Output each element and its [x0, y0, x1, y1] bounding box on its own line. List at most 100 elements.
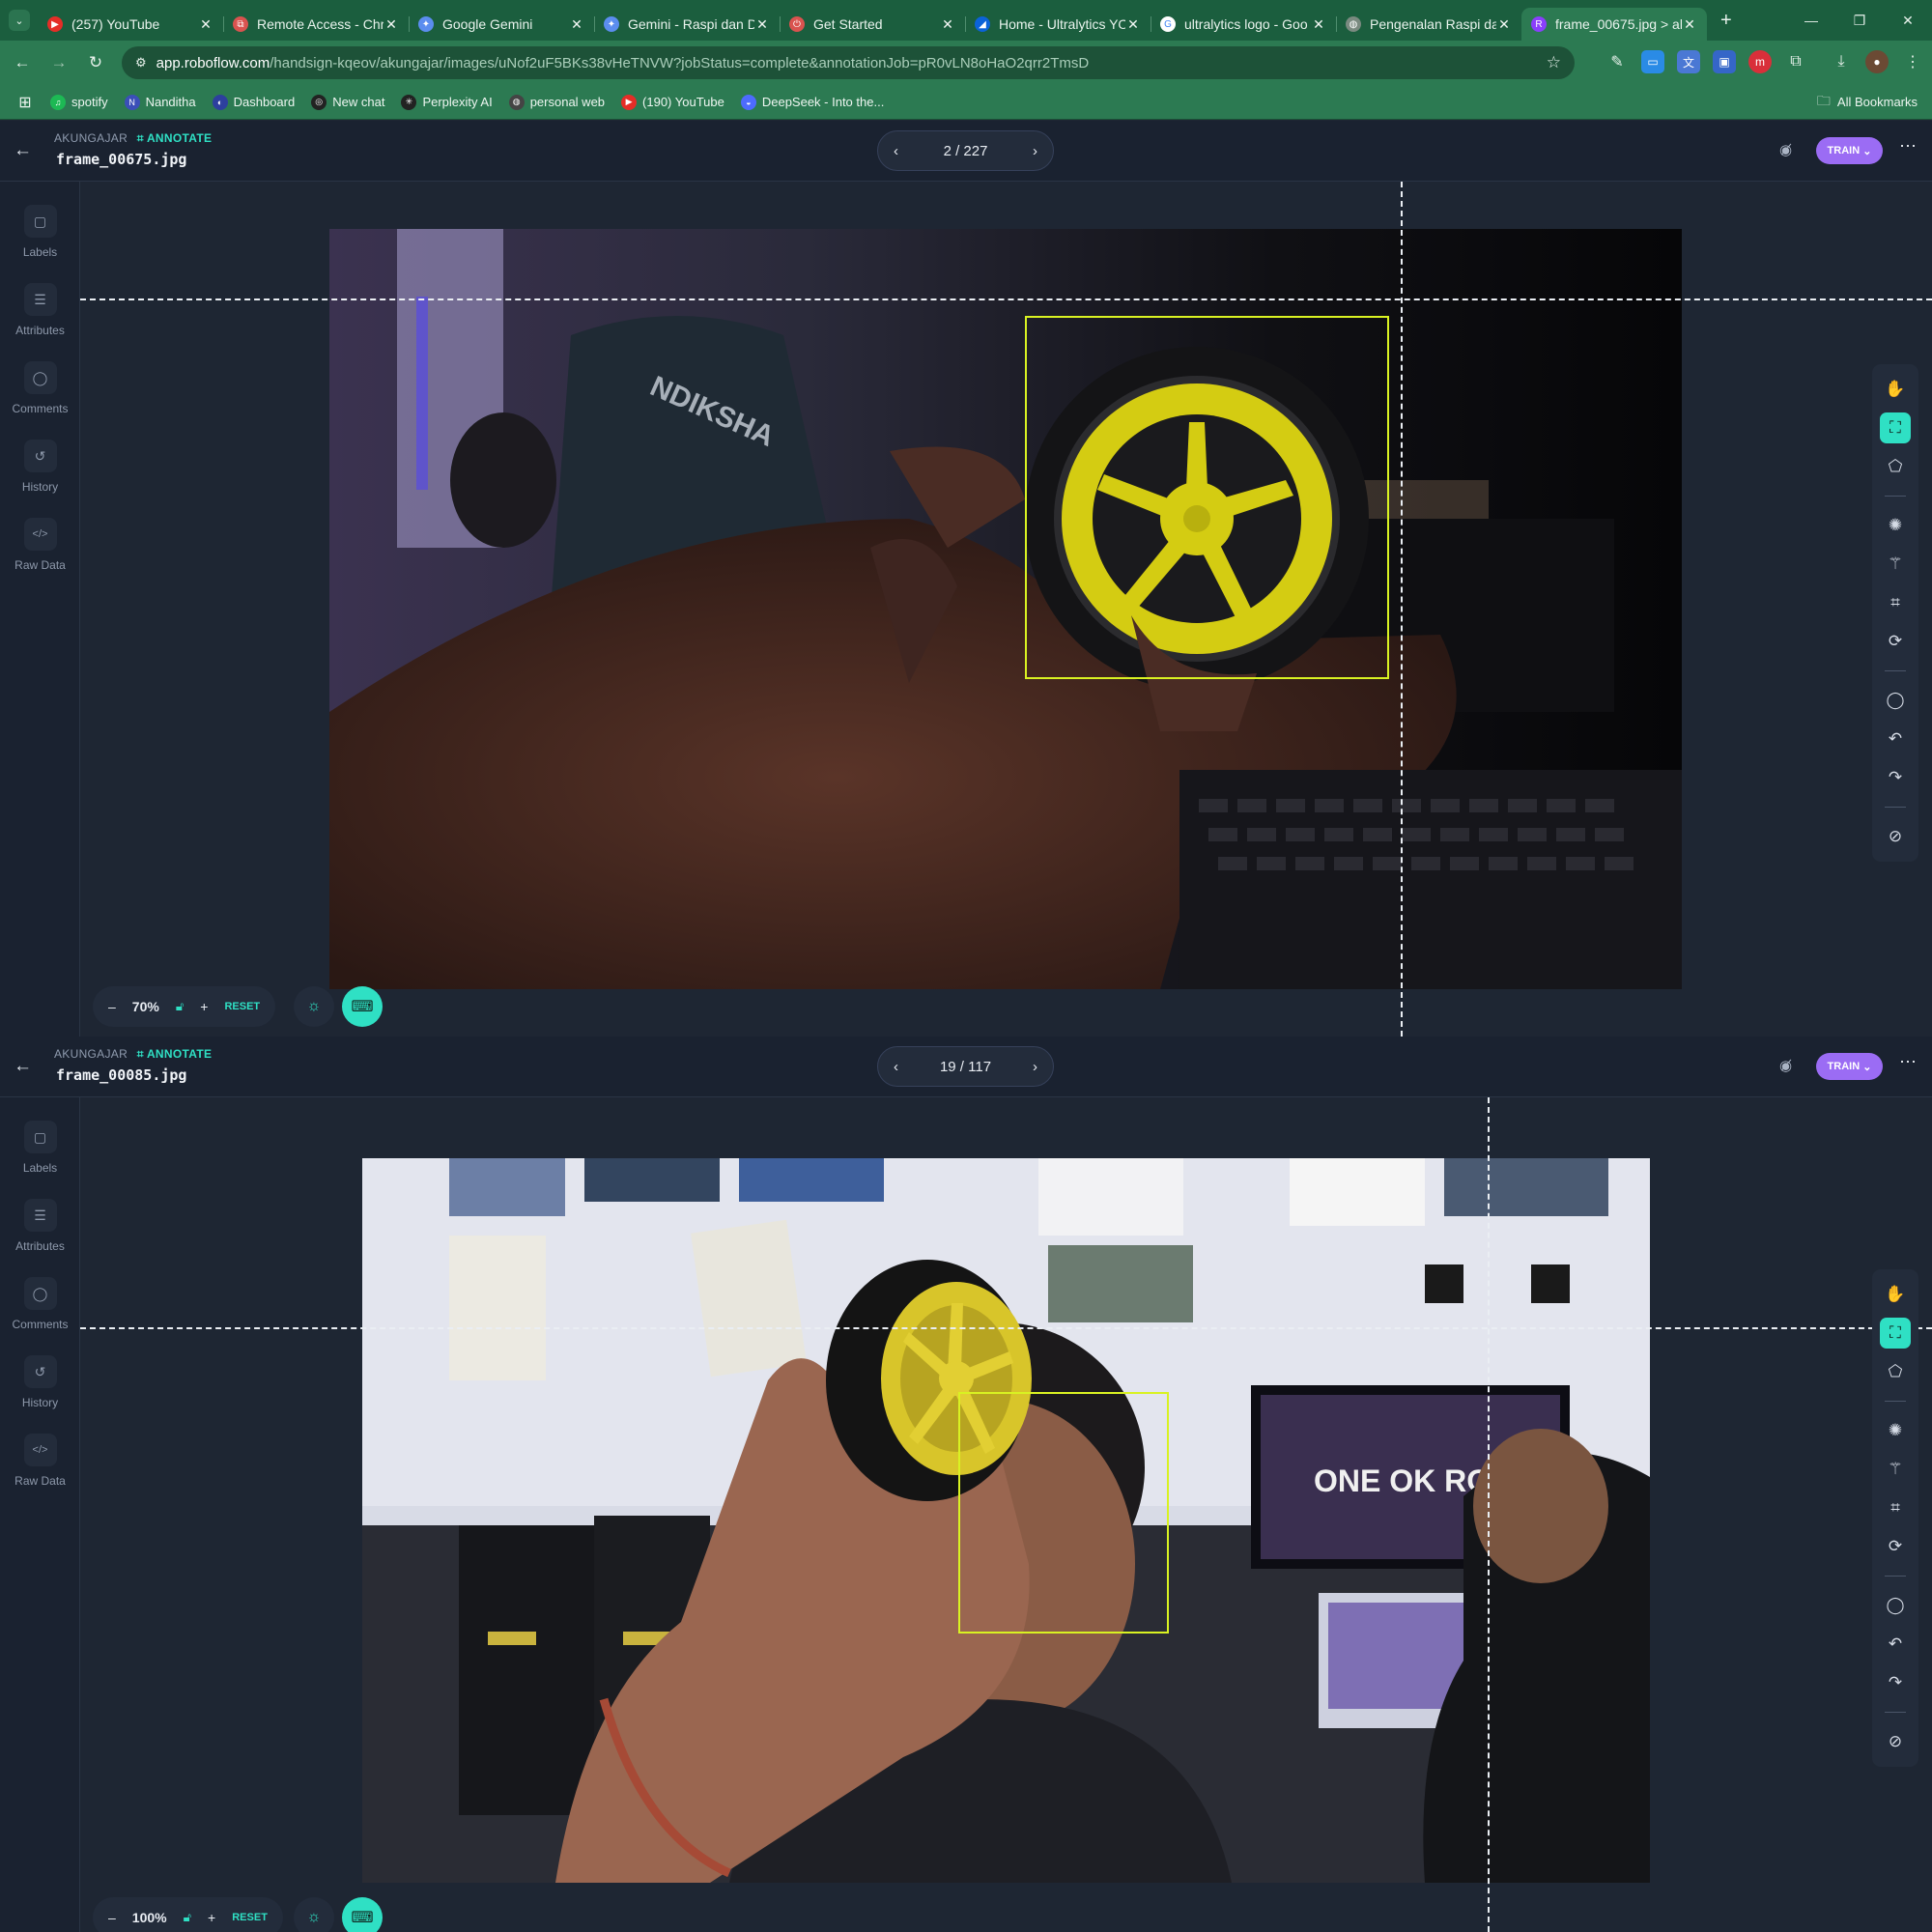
magic-wand-icon[interactable]: ⚚ — [1872, 1450, 1918, 1489]
zoom-out-icon[interactable]: – — [108, 999, 116, 1014]
close-tab-icon[interactable]: ✕ — [940, 16, 955, 33]
browser-tab[interactable]: Rframe_00675.jpg > al ✕ — [1521, 8, 1707, 41]
zoom-out-icon[interactable]: – — [108, 1910, 116, 1925]
keyboard-shortcuts-icon[interactable]: ⌨ — [342, 1897, 383, 1932]
brightness-sun-icon[interactable]: ☼ — [294, 986, 334, 1027]
back-arrow-icon[interactable]: ← — [4, 53, 41, 72]
hide-annotations-eye-icon[interactable]: ◉̸ — [1779, 141, 1792, 158]
zoom-lock-icon[interactable]: 🔓︎ — [176, 999, 184, 1014]
restore-icon[interactable]: ❐ — [1835, 0, 1884, 41]
train-button[interactable]: TRAIN ⌄ — [1816, 137, 1883, 164]
sidebar-item-raw-data[interactable]: </> Raw Data — [0, 518, 80, 572]
all-bookmarks[interactable]: 🗀 All Bookmarks — [1817, 91, 1918, 114]
forward-arrow-icon[interactable]: → — [41, 53, 77, 72]
new-tab-plus-icon[interactable]: + — [1720, 10, 1732, 32]
bookmark-item[interactable]: ✳ Perplexity AI — [401, 94, 493, 110]
next-image-chevron-icon[interactable]: › — [1033, 143, 1037, 159]
profile-avatar[interactable]: ● — [1865, 50, 1889, 73]
close-tab-icon[interactable]: ✕ — [754, 16, 770, 33]
download-icon[interactable]: ⤓ — [1830, 50, 1853, 73]
extension-red-icon[interactable]: m — [1748, 50, 1772, 73]
prev-image-chevron-icon[interactable]: ‹ — [894, 143, 898, 159]
bookmark-item[interactable]: ◍ personal web — [508, 94, 605, 110]
magic-wand-icon[interactable]: ⚚ — [1872, 545, 1918, 583]
browser-tab[interactable]: ✦ Gemini - Raspi dan D ✕ — [594, 8, 780, 41]
close-tab-icon[interactable]: ✕ — [1682, 16, 1697, 33]
tab-search-chevron-icon[interactable]: ⌄ — [9, 10, 30, 31]
annotation-image[interactable]: ONE OK ROCK — [362, 1158, 1650, 1883]
more-options-icon[interactable]: ⋯ — [1899, 136, 1917, 156]
bounding-box-tool-icon[interactable]: ⛶ — [1872, 1314, 1918, 1352]
more-options-icon[interactable]: ⋯ — [1899, 1052, 1917, 1072]
browser-tab[interactable]: Gultralytics logo - Goo ✕ — [1151, 8, 1336, 41]
bookmark-item[interactable]: ♫ spotify — [50, 94, 108, 110]
bounding-box-wheel[interactable] — [1025, 316, 1389, 679]
extension-window-icon[interactable]: ▣ — [1713, 50, 1736, 73]
redo-icon[interactable]: ↷ — [1872, 1663, 1918, 1702]
label-assist-icon[interactable]: ⌗ — [1872, 1489, 1918, 1527]
bookmark-item[interactable]: ◒ DeepSeek - Into the... — [740, 94, 884, 110]
sidebar-item-comments[interactable]: ◯ Comments — [0, 361, 80, 415]
back-arrow-icon[interactable]: ← — [14, 140, 32, 161]
repeat-previous-icon[interactable]: ⟳ — [1872, 622, 1918, 661]
browser-tab[interactable]: ⏻ Get Started ✕ — [780, 8, 965, 41]
prev-image-chevron-icon[interactable]: ‹ — [894, 1059, 898, 1075]
site-info-icon[interactable]: ⚙ — [135, 55, 147, 71]
sidebar-item-history[interactable]: ↺ History — [0, 440, 80, 494]
reset-zoom-button[interactable]: RESET — [232, 1912, 268, 1923]
extension-blue-icon[interactable]: ▭ — [1641, 50, 1664, 73]
bookmark-star-icon[interactable]: ☆ — [1547, 53, 1561, 72]
minimize-icon[interactable]: — — [1787, 0, 1835, 41]
browser-tab[interactable]: ⧉ Remote Access - Chrom✕ — [223, 8, 409, 41]
next-image-chevron-icon[interactable]: › — [1033, 1059, 1037, 1075]
bookmark-item[interactable]: ◐ Dashboard — [212, 94, 295, 110]
translate-icon[interactable]: 文 — [1677, 50, 1700, 73]
reset-zoom-button[interactable]: RESET — [224, 1001, 260, 1012]
browser-tab[interactable]: ✦ Google Gemini ✕ — [409, 8, 594, 41]
pan-hand-icon[interactable]: ✋ — [1872, 370, 1918, 409]
sidebar-item-attributes[interactable]: ☰ Attributes — [0, 283, 80, 337]
label-assist-icon[interactable]: ⌗ — [1872, 583, 1918, 622]
sidebar-item-labels[interactable]: ▢ Labels — [0, 1121, 80, 1175]
smart-polygon-icon[interactable]: ✺ — [1872, 1411, 1918, 1450]
zoom-lock-icon[interactable]: 🔓︎ — [184, 1910, 191, 1925]
undo-icon[interactable]: ↶ — [1872, 1625, 1918, 1663]
close-window-icon[interactable]: ✕ — [1884, 0, 1932, 41]
close-tab-icon[interactable]: ✕ — [1311, 16, 1326, 33]
sidebar-item-history[interactable]: ↺ History — [0, 1355, 80, 1409]
brightness-sun-icon[interactable]: ☼ — [294, 1897, 334, 1932]
zoom-in-icon[interactable]: + — [208, 1910, 215, 1925]
annotation-image[interactable]: NDIKSHA — [329, 229, 1682, 989]
eyedropper-icon[interactable]: ✎ — [1605, 50, 1629, 73]
undo-icon[interactable]: ↶ — [1872, 720, 1918, 758]
bounding-box-wheel[interactable] — [958, 1392, 1169, 1634]
browser-tab[interactable]: ◍ Pengenalan Raspi dan ✕ — [1336, 8, 1521, 41]
comment-tool-icon[interactable]: ◯ — [1872, 1586, 1918, 1625]
extensions-puzzle-icon[interactable]: ⧉ — [1784, 50, 1807, 73]
back-arrow-icon[interactable]: ← — [14, 1056, 32, 1077]
keyboard-shortcuts-icon[interactable]: ⌨ — [342, 986, 383, 1027]
annotate-crumb[interactable]: ⌗ ANNOTATE — [137, 131, 213, 145]
comment-tool-icon[interactable]: ◯ — [1872, 681, 1918, 720]
close-tab-icon[interactable]: ✕ — [569, 16, 584, 33]
close-tab-icon[interactable]: ✕ — [198, 16, 213, 33]
zoom-in-icon[interactable]: + — [200, 999, 208, 1014]
breadcrumb-workspace[interactable]: AKUNGAJAR — [54, 1047, 128, 1061]
sidebar-item-attributes[interactable]: ☰ Attributes — [0, 1199, 80, 1253]
address-bar[interactable]: ⚙ app.roboflow.com/handsign-kqeov/akunga… — [122, 46, 1575, 79]
close-tab-icon[interactable]: ✕ — [384, 16, 399, 33]
smart-polygon-icon[interactable]: ✺ — [1872, 506, 1918, 545]
pan-hand-icon[interactable]: ✋ — [1872, 1275, 1918, 1314]
reload-icon[interactable]: ↻ — [77, 53, 114, 72]
bookmark-item[interactable]: N Nanditha — [124, 94, 196, 110]
chrome-menu-icon[interactable]: ⋮ — [1901, 50, 1924, 73]
bookmark-item[interactable]: ▶ (190) YouTube — [621, 94, 724, 110]
close-tab-icon[interactable]: ✕ — [1496, 16, 1512, 33]
train-button[interactable]: TRAIN ⌄ — [1816, 1053, 1883, 1080]
apps-grid-icon[interactable]: ⊞ — [0, 93, 50, 112]
annotate-crumb[interactable]: ⌗ ANNOTATE — [137, 1047, 213, 1061]
browser-tab[interactable]: ◢ Home - Ultralytics YO ✕ — [965, 8, 1151, 41]
hide-annotations-eye-icon[interactable]: ◉̸ — [1779, 1057, 1792, 1074]
bounding-box-tool-icon[interactable]: ⛶ — [1872, 409, 1918, 447]
browser-tab[interactable]: ▶ (257) YouTube ✕ — [38, 8, 223, 41]
